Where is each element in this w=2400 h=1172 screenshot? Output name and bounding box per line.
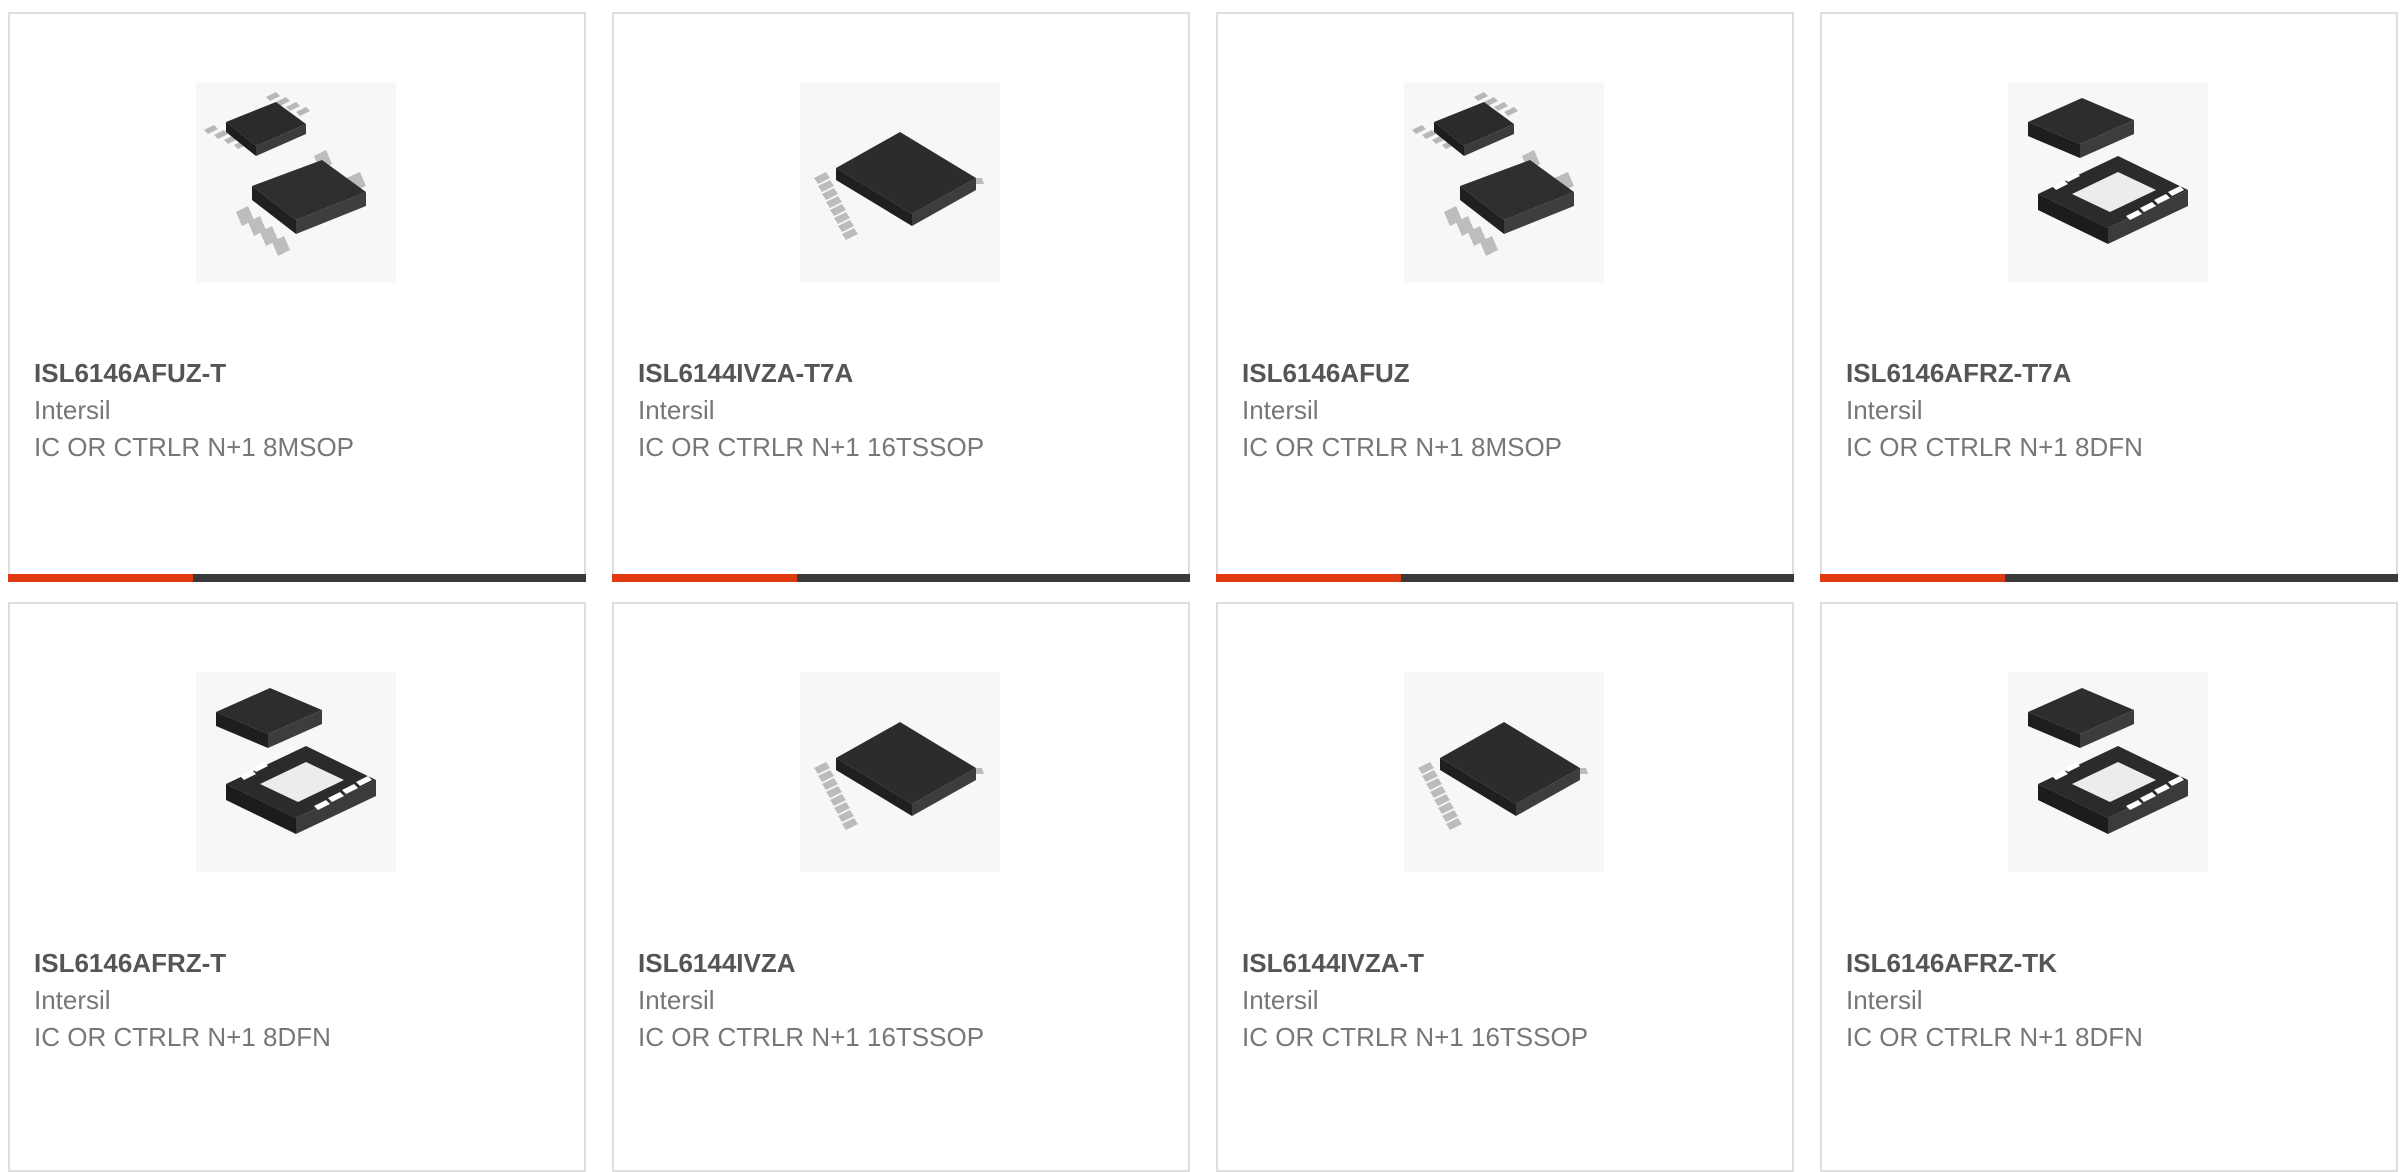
progress-bar-fill bbox=[8, 574, 193, 582]
part-number[interactable]: ISL6146AFRZ-TK bbox=[1846, 944, 2376, 982]
product-card[interactable]: ISL6146AFUZ Intersil IC OR CTRLR N+1 8MS… bbox=[1216, 12, 1794, 582]
manufacturer: Intersil bbox=[638, 985, 715, 1015]
msop-8-package-icon bbox=[1404, 82, 1604, 282]
product-description: IC OR CTRLR N+1 16TSSOP bbox=[638, 1022, 985, 1052]
product-info: ISL6144IVZA-T Intersil IC OR CTRLR N+1 1… bbox=[1242, 944, 1772, 1056]
manufacturer: Intersil bbox=[638, 395, 715, 425]
product-info: ISL6146AFUZ Intersil IC OR CTRLR N+1 8MS… bbox=[1242, 354, 1772, 466]
product-card[interactable]: ISL6146AFRZ-TK Intersil IC OR CTRLR N+1 … bbox=[1820, 602, 2398, 1172]
part-number[interactable]: ISL6146AFRZ-T7A bbox=[1846, 354, 2376, 392]
product-description: IC OR CTRLR N+1 16TSSOP bbox=[1242, 1022, 1589, 1052]
progress-bar-fill bbox=[612, 574, 797, 582]
product-image[interactable] bbox=[2008, 672, 2208, 872]
product-description: IC OR CTRLR N+1 8DFN bbox=[1846, 432, 2143, 462]
product-image[interactable] bbox=[1404, 82, 1604, 282]
product-info: ISL6144IVZA-T7A Intersil IC OR CTRLR N+1… bbox=[638, 354, 1168, 466]
product-image[interactable] bbox=[800, 672, 1000, 872]
part-number[interactable]: ISL6146AFUZ-T bbox=[34, 354, 564, 392]
tssop-16-package-icon bbox=[1404, 672, 1604, 872]
manufacturer: Intersil bbox=[34, 395, 111, 425]
product-info: ISL6146AFRZ-TK Intersil IC OR CTRLR N+1 … bbox=[1846, 944, 2376, 1056]
product-image[interactable] bbox=[2008, 82, 2208, 282]
product-card[interactable]: ISL6146AFRZ-T Intersil IC OR CTRLR N+1 8… bbox=[8, 602, 586, 1172]
product-description: IC OR CTRLR N+1 8MSOP bbox=[34, 432, 355, 462]
dfn-8-package-icon bbox=[196, 672, 396, 872]
tssop-16-package-icon bbox=[800, 672, 1000, 872]
product-description: IC OR CTRLR N+1 8DFN bbox=[34, 1022, 331, 1052]
dfn-8-package-icon bbox=[2008, 672, 2208, 872]
product-description: IC OR CTRLR N+1 8DFN bbox=[1846, 1022, 2143, 1052]
manufacturer: Intersil bbox=[34, 985, 111, 1015]
manufacturer: Intersil bbox=[1846, 395, 1923, 425]
part-number[interactable]: ISL6146AFRZ-T bbox=[34, 944, 564, 982]
progress-bar bbox=[1216, 574, 1794, 582]
product-card[interactable]: ISL6144IVZA Intersil IC OR CTRLR N+1 16T… bbox=[612, 602, 1190, 1172]
part-number[interactable]: ISL6146AFUZ bbox=[1242, 354, 1772, 392]
manufacturer: Intersil bbox=[1846, 985, 1923, 1015]
product-grid: ISL6146AFUZ-T Intersil IC OR CTRLR N+1 8… bbox=[8, 12, 2400, 1172]
msop-8-package-icon bbox=[196, 82, 396, 282]
progress-bar bbox=[8, 574, 586, 582]
dfn-8-package-icon bbox=[2008, 82, 2208, 282]
product-info: ISL6146AFRZ-T Intersil IC OR CTRLR N+1 8… bbox=[34, 944, 564, 1056]
product-info: ISL6146AFRZ-T7A Intersil IC OR CTRLR N+1… bbox=[1846, 354, 2376, 466]
manufacturer: Intersil bbox=[1242, 985, 1319, 1015]
progress-bar bbox=[612, 574, 1190, 582]
part-number[interactable]: ISL6144IVZA bbox=[638, 944, 1168, 982]
product-description: IC OR CTRLR N+1 8MSOP bbox=[1242, 432, 1563, 462]
part-number[interactable]: ISL6144IVZA-T bbox=[1242, 944, 1772, 982]
product-info: ISL6144IVZA Intersil IC OR CTRLR N+1 16T… bbox=[638, 944, 1168, 1056]
progress-bar-fill bbox=[1820, 574, 2005, 582]
product-card[interactable]: ISL6144IVZA-T Intersil IC OR CTRLR N+1 1… bbox=[1216, 602, 1794, 1172]
product-description: IC OR CTRLR N+1 16TSSOP bbox=[638, 432, 985, 462]
tssop-16-package-icon bbox=[800, 82, 1000, 282]
product-image[interactable] bbox=[196, 672, 396, 872]
product-image[interactable] bbox=[1404, 672, 1604, 872]
progress-bar bbox=[1820, 574, 2398, 582]
product-card[interactable]: ISL6146AFRZ-T7A Intersil IC OR CTRLR N+1… bbox=[1820, 12, 2398, 582]
product-image[interactable] bbox=[196, 82, 396, 282]
product-card[interactable]: ISL6146AFUZ-T Intersil IC OR CTRLR N+1 8… bbox=[8, 12, 586, 582]
product-info: ISL6146AFUZ-T Intersil IC OR CTRLR N+1 8… bbox=[34, 354, 564, 466]
product-image[interactable] bbox=[800, 82, 1000, 282]
manufacturer: Intersil bbox=[1242, 395, 1319, 425]
product-card[interactable]: ISL6144IVZA-T7A Intersil IC OR CTRLR N+1… bbox=[612, 12, 1190, 582]
part-number[interactable]: ISL6144IVZA-T7A bbox=[638, 354, 1168, 392]
progress-bar-fill bbox=[1216, 574, 1401, 582]
